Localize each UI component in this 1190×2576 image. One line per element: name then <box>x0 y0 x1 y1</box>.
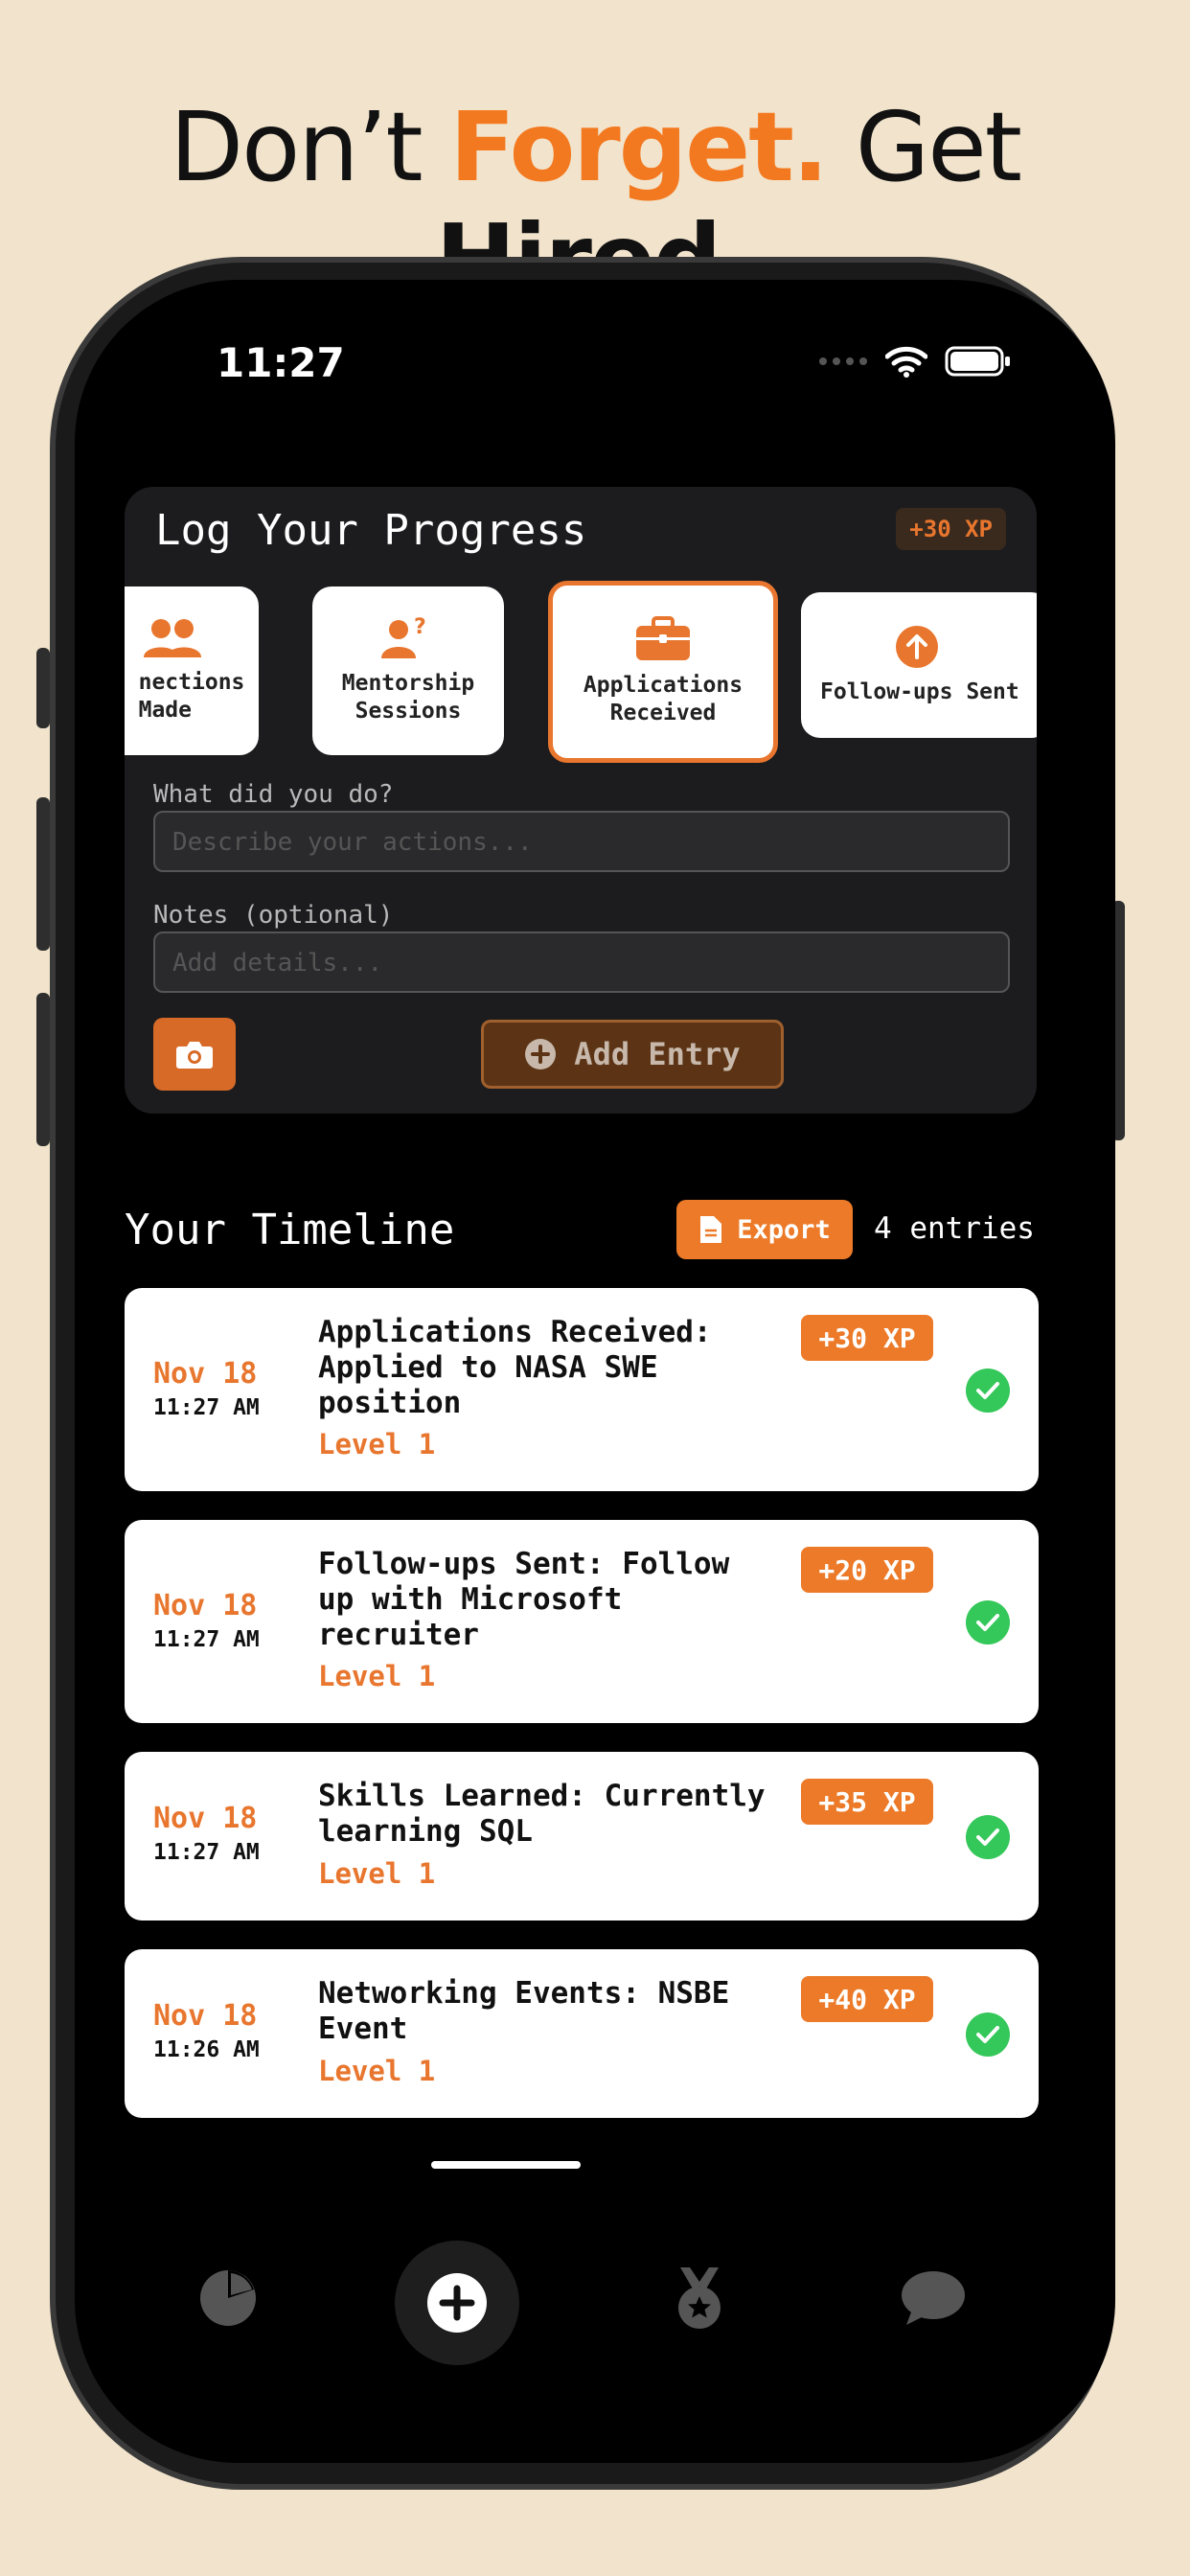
plus-circle-icon <box>427 2273 487 2333</box>
entry-level: Level 1 <box>318 2055 436 2087</box>
timeline-entry[interactable]: Nov 18 11:27 AM Follow-ups Sent: Follow … <box>125 1520 1039 1723</box>
wifi-icon <box>885 346 927 378</box>
entry-xp-badge: +30 XP <box>801 1315 933 1361</box>
camera-button[interactable] <box>153 1018 236 1091</box>
category-follow-ups-sent[interactable]: Follow-ups Sent <box>801 592 1037 738</box>
phone-volume-down <box>36 993 50 1146</box>
category-label: Follow-ups Sent <box>820 678 1019 704</box>
log-progress-card: Log Your Progress +30 XP nections Made ? <box>125 487 1037 1114</box>
entry-date: Nov 18 <box>153 1589 258 1622</box>
entry-level: Level 1 <box>318 1428 436 1460</box>
check-icon <box>966 1815 1010 1859</box>
tab-add[interactable] <box>395 2241 519 2365</box>
category-label: Applications <box>583 673 744 699</box>
add-entry-label: Add Entry <box>574 1036 741 1072</box>
document-icon <box>700 1216 722 1243</box>
entry-text: Skills Learned: Currently learning SQL <box>318 1779 766 1849</box>
category-mentorship-sessions[interactable]: ? Mentorship Sessions <box>312 586 504 755</box>
entry-time: 11:27 AM <box>153 1627 260 1652</box>
headline-word: Don’t <box>170 91 423 203</box>
entry-date: Nov 18 <box>153 1999 258 2033</box>
entries-count: 4 entries <box>874 1211 1035 1246</box>
entry-level: Level 1 <box>318 1857 436 1890</box>
status-time: 11:27 <box>217 339 345 386</box>
phone-screen: 11:27 Log Your Progress +30 XP nections … <box>75 280 1115 2463</box>
plus-circle-icon <box>525 1039 557 1070</box>
check-icon <box>966 2012 1010 2057</box>
medal-icon <box>678 2267 721 2329</box>
timeline-title: Your Timeline <box>125 1206 455 1254</box>
notes-label: Notes (optional) <box>153 901 394 930</box>
entry-time: 11:27 AM <box>153 1395 260 1420</box>
check-icon <box>966 1600 1010 1644</box>
briefcase-icon <box>636 616 690 661</box>
what-input[interactable]: Describe your actions... <box>153 811 1010 872</box>
timeline-entry[interactable]: Nov 18 11:27 AM Skills Learned: Currentl… <box>125 1752 1039 1920</box>
tab-chat[interactable] <box>876 2241 991 2356</box>
notes-input[interactable]: Add details... <box>153 932 1010 993</box>
entry-xp-badge: +40 XP <box>801 1976 933 2022</box>
phone-volume-up <box>36 797 50 951</box>
signal-icon <box>819 357 867 365</box>
entry-date: Nov 18 <box>153 1802 258 1835</box>
category-label: Sessions <box>355 699 462 724</box>
entry-date: Nov 18 <box>153 1357 258 1391</box>
tab-stats[interactable] <box>171 2241 286 2356</box>
entry-xp-badge: +35 XP <box>801 1779 933 1825</box>
arrow-up-circle-icon <box>896 625 938 668</box>
entry-xp-badge: +20 XP <box>801 1547 933 1593</box>
pie-chart-icon <box>200 2270 256 2326</box>
phone-silent-switch <box>36 648 50 728</box>
category-connections-made[interactable]: nections Made <box>125 586 259 755</box>
headline-word: Get <box>855 91 1022 203</box>
tab-achievements[interactable] <box>642 2241 757 2356</box>
chat-bubble-icon <box>902 2271 965 2325</box>
category-label: nections <box>138 670 245 696</box>
entry-level: Level 1 <box>318 1660 436 1692</box>
people-icon <box>144 619 201 658</box>
xp-badge: +30 XP <box>896 508 1006 550</box>
entry-time: 11:27 AM <box>153 1840 260 1865</box>
person-question-icon: ? <box>381 616 426 659</box>
category-applications-received[interactable]: Applications Received <box>548 581 778 763</box>
what-label: What did you do? <box>153 780 394 809</box>
log-card-title: Log Your Progress <box>155 506 587 555</box>
category-label: Mentorship <box>341 671 475 697</box>
headline-accent-word: Forget. <box>449 91 828 203</box>
entry-text: Follow-ups Sent: Follow up with Microsof… <box>318 1547 730 1652</box>
camera-icon <box>176 1042 213 1069</box>
svg-text:?: ? <box>414 616 426 639</box>
export-label: Export <box>737 1214 831 1245</box>
entry-text: Networking Events: NSBE Event <box>318 1976 730 2046</box>
timeline-entry[interactable]: Nov 18 11:27 AM Applications Received: A… <box>125 1288 1039 1491</box>
category-label: Made <box>138 698 192 723</box>
category-label: Received <box>609 701 717 725</box>
add-entry-button[interactable]: Add Entry <box>481 1020 784 1089</box>
category-carousel[interactable]: nections Made ? Mentorship Sessions Appl… <box>125 581 1037 763</box>
check-icon <box>966 1368 1010 1413</box>
home-indicator <box>431 2161 581 2169</box>
status-icons <box>818 345 1012 378</box>
battery-icon <box>945 346 1010 377</box>
timeline-entry[interactable]: Nov 18 11:26 AM Networking Events: NSBE … <box>125 1949 1039 2118</box>
entry-text: Applications Received: Applied to NASA S… <box>318 1315 712 1420</box>
export-button[interactable]: Export <box>676 1200 853 1259</box>
entry-time: 11:26 AM <box>153 2037 260 2062</box>
